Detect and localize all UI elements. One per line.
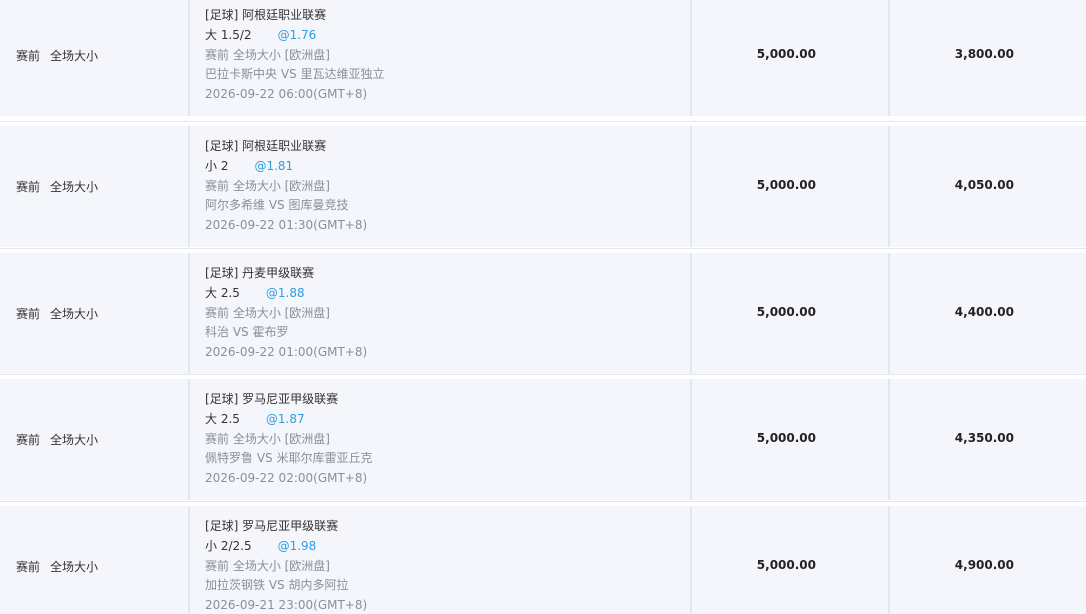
bet-detail-cell: [足球] 阿根廷职业联赛 小 2 @1.81 赛前 全场大小 [欧洲盘] 阿尔多希… (190, 126, 690, 247)
payout-cell: 4,350.00 (890, 379, 1086, 500)
selection: 大 2.5 (205, 411, 240, 426)
selection-line: 小 2/2.5 @1.98 (205, 537, 367, 557)
bet-type-cell: 赛前 全场大小 (0, 379, 188, 500)
stake-cell: 5,000.00 (692, 379, 888, 500)
stake-amount: 5,000.00 (756, 431, 816, 445)
stake-amount: 5,000.00 (756, 178, 816, 192)
match-teams: 科治 VS 霍布罗 (205, 325, 289, 340)
row-divider (0, 248, 1086, 253)
stake-cell: 5,000.00 (692, 0, 888, 116)
league-name: [足球] 罗马尼亚甲级联赛 (205, 392, 339, 406)
bet-market: 全场大小 (50, 49, 99, 63)
match-time: 2026-09-22 02:00(GMT+8) (205, 471, 368, 486)
bet-detail-cell: [足球] 罗马尼亚甲级联赛 小 2/2.5 @1.98 赛前 全场大小 [欧洲盘]… (190, 506, 690, 614)
payout-amount: 4,350.00 (954, 431, 1014, 445)
market-line: 赛前 全场大小 [欧洲盘] (205, 431, 330, 446)
bet-records-table: 赛前 全场大小 [足球] 阿根廷职业联赛 大 1.5/2 @1.76 赛前 全场大小… (0, 0, 1086, 614)
market-line: 赛前 全场大小 [欧洲盘] (205, 558, 330, 573)
selection: 大 2.5 (205, 285, 240, 300)
market-line: 赛前 全场大小 [欧洲盘] (205, 305, 330, 320)
bet-detail: [足球] 阿根廷职业联赛 小 2 @1.81 赛前 全场大小 [欧洲盘] 阿尔多希… (205, 137, 367, 236)
league-name: [足球] 阿根廷职业联赛 (205, 8, 327, 22)
stake-cell: 5,000.00 (692, 253, 888, 374)
match-teams: 加拉茨钢铁 VS 胡内多阿拉 (205, 578, 349, 593)
payout-amount: 4,050.00 (954, 178, 1014, 192)
selection-line: 大 2.5 @1.88 (205, 284, 367, 304)
odds-value: @1.76 (277, 27, 317, 42)
market-line: 赛前 全场大小 [欧洲盘] (205, 178, 330, 193)
league-name: [足球] 阿根廷职业联赛 (205, 139, 327, 153)
row-divider (0, 501, 1086, 506)
payout-cell: 3,800.00 (890, 0, 1086, 116)
bet-type: 赛前 全场大小 (16, 431, 98, 448)
selection-line: 大 2.5 @1.87 (205, 410, 372, 430)
market-line: 赛前 全场大小 [欧洲盘] (205, 47, 330, 62)
bet-type-cell: 赛前 全场大小 (0, 126, 188, 247)
bet-type-cell: 赛前 全场大小 (0, 253, 188, 374)
selection-line: 大 1.5/2 @1.76 (205, 26, 384, 46)
match-teams: 阿尔多希维 VS 图库曼竞技 (205, 198, 349, 213)
bet-detail-cell: [足球] 罗马尼亚甲级联赛 大 2.5 @1.87 赛前 全场大小 [欧洲盘] 佩… (190, 379, 690, 500)
payout-cell: 4,050.00 (890, 126, 1086, 247)
bet-record-row: 赛前 全场大小 [足球] 阿根廷职业联赛 大 1.5/2 @1.76 赛前 全场大小… (0, 0, 1086, 116)
match-time: 2026-09-22 01:30(GMT+8) (205, 218, 368, 233)
bet-detail: [足球] 阿根廷职业联赛 大 1.5/2 @1.76 赛前 全场大小 [欧洲盘] … (205, 6, 384, 105)
bet-stage: 赛前 (16, 433, 41, 447)
bet-record-row: 赛前 全场大小 [足球] 丹麦甲级联赛 大 2.5 @1.88 赛前 全场大小 [欧… (0, 253, 1086, 374)
match-time: 2026-09-22 06:00(GMT+8) (205, 87, 368, 102)
bet-record-row: 赛前 全场大小 [足球] 阿根廷职业联赛 小 2 @1.81 赛前 全场大小 [欧洲… (0, 126, 1086, 247)
bet-type-cell: 赛前 全场大小 (0, 506, 188, 614)
stake-amount: 5,000.00 (756, 305, 816, 319)
bet-stage: 赛前 (16, 307, 41, 321)
odds-value: @1.88 (265, 285, 305, 300)
row-divider (0, 121, 1086, 126)
stake-amount: 5,000.00 (756, 558, 816, 572)
payout-amount: 4,900.00 (954, 558, 1014, 572)
bet-detail: [足球] 丹麦甲级联赛 大 2.5 @1.88 赛前 全场大小 [欧洲盘] 科治 … (205, 264, 367, 363)
payout-amount: 4,400.00 (954, 305, 1014, 319)
payout-amount: 3,800.00 (954, 47, 1014, 61)
stake-cell: 5,000.00 (692, 506, 888, 614)
match-time: 2026-09-21 23:00(GMT+8) (205, 598, 368, 613)
bet-record-row: 赛前 全场大小 [足球] 罗马尼亚甲级联赛 小 2/2.5 @1.98 赛前 全场大… (0, 506, 1086, 614)
bet-type-cell: 赛前 全场大小 (0, 0, 188, 116)
match-time: 2026-09-22 01:00(GMT+8) (205, 345, 368, 360)
payout-cell: 4,900.00 (890, 506, 1086, 614)
bet-type: 赛前 全场大小 (16, 178, 98, 195)
bet-detail: [足球] 罗马尼亚甲级联赛 小 2/2.5 @1.98 赛前 全场大小 [欧洲盘]… (205, 517, 367, 614)
bet-stage: 赛前 (16, 180, 41, 194)
bet-type: 赛前 全场大小 (16, 47, 98, 64)
bet-market: 全场大小 (50, 433, 99, 447)
bet-type: 赛前 全场大小 (16, 558, 98, 575)
stake-cell: 5,000.00 (692, 126, 888, 247)
odds-value: @1.87 (265, 411, 305, 426)
odds-value: @1.81 (254, 158, 294, 173)
bet-detail: [足球] 罗马尼亚甲级联赛 大 2.5 @1.87 赛前 全场大小 [欧洲盘] 佩… (205, 390, 372, 489)
selection-line: 小 2 @1.81 (205, 157, 367, 177)
stake-amount: 5,000.00 (756, 47, 816, 61)
bet-stage: 赛前 (16, 560, 41, 574)
bet-market: 全场大小 (50, 560, 99, 574)
row-divider (0, 374, 1086, 379)
bet-stage: 赛前 (16, 49, 41, 63)
league-name: [足球] 丹麦甲级联赛 (205, 266, 315, 280)
odds-value: @1.98 (277, 538, 317, 553)
selection: 小 2 (205, 158, 229, 173)
bet-market: 全场大小 (50, 180, 99, 194)
payout-cell: 4,400.00 (890, 253, 1086, 374)
bet-record-row: 赛前 全场大小 [足球] 罗马尼亚甲级联赛 大 2.5 @1.87 赛前 全场大小 … (0, 379, 1086, 500)
bet-detail-cell: [足球] 阿根廷职业联赛 大 1.5/2 @1.76 赛前 全场大小 [欧洲盘] … (190, 0, 690, 116)
match-teams: 佩特罗鲁 VS 米耶尔库雷亚丘克 (205, 451, 373, 466)
selection: 小 2/2.5 (205, 538, 252, 553)
league-name: [足球] 罗马尼亚甲级联赛 (205, 519, 339, 533)
bet-market: 全场大小 (50, 307, 99, 321)
selection: 大 1.5/2 (205, 27, 252, 42)
bet-type: 赛前 全场大小 (16, 305, 98, 322)
bet-detail-cell: [足球] 丹麦甲级联赛 大 2.5 @1.88 赛前 全场大小 [欧洲盘] 科治 … (190, 253, 690, 374)
match-teams: 巴拉卡斯中央 VS 里瓦达维亚独立 (205, 67, 385, 82)
